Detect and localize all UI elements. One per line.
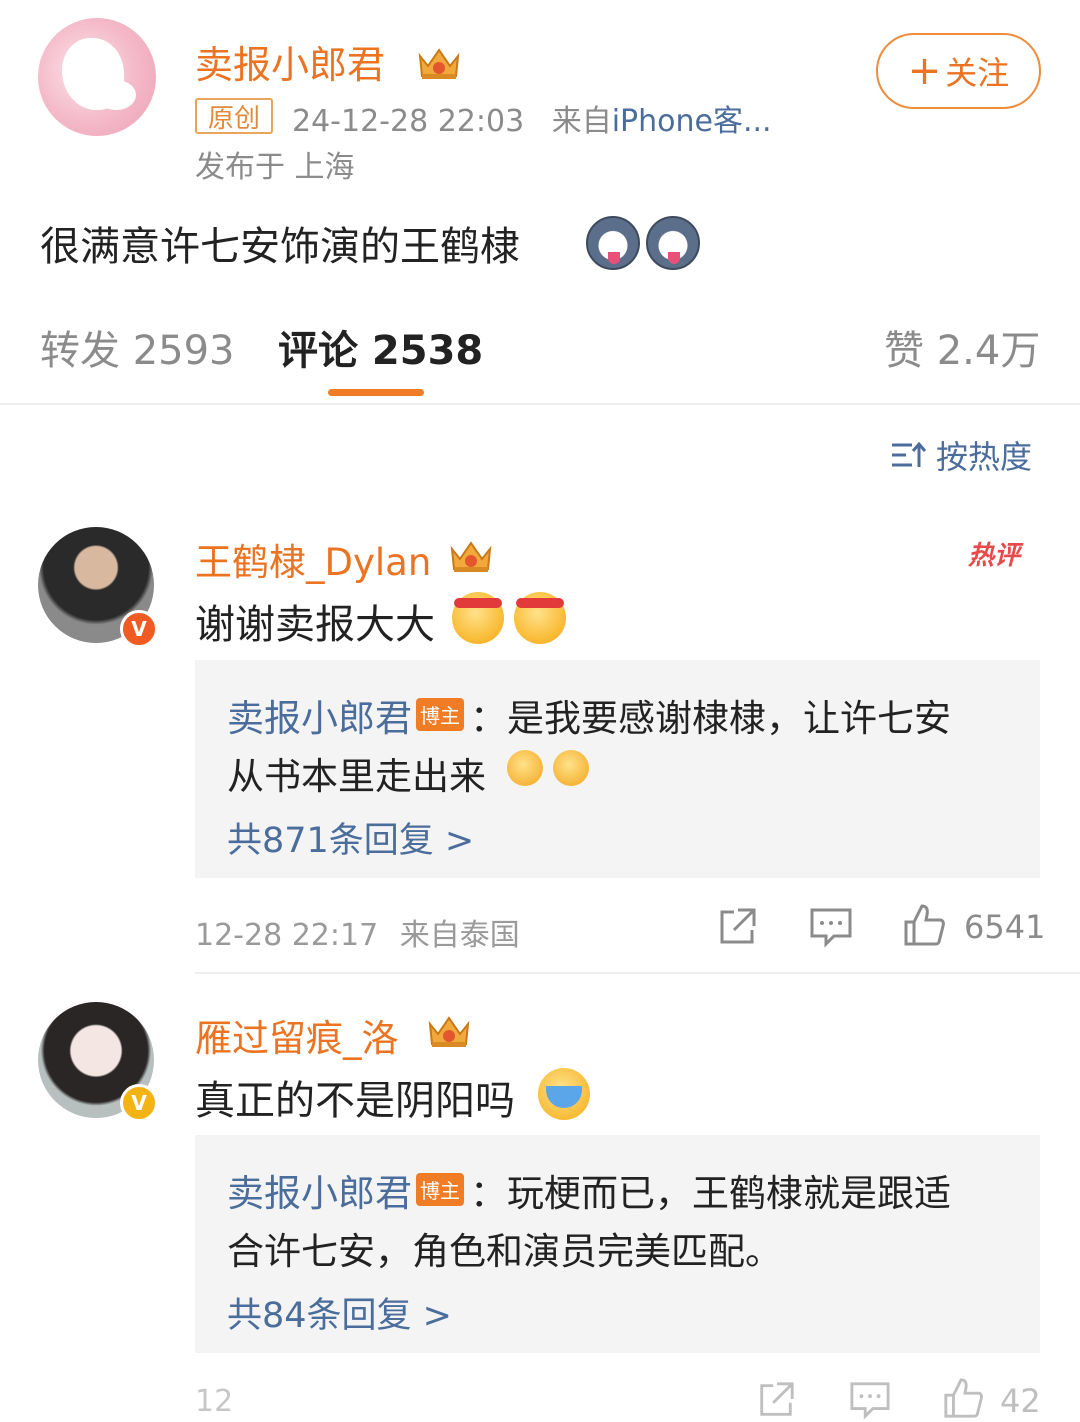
reply-line: 合许七安，角色和演员完美匹配。 (227, 1221, 782, 1275)
comment-text: 谢谢卖报大大 (195, 602, 435, 648)
reply-line: 从书本里走出来 (227, 746, 486, 800)
post-meta: 24-12-28 22:03 来自iPhone客... (292, 96, 772, 140)
fist-emoji-icon (553, 750, 589, 786)
crown-icon (450, 541, 492, 572)
fist-emoji-icon (507, 750, 543, 786)
comment-time: 12 (195, 1384, 234, 1419)
reply-author[interactable]: 卖报小郎君 (227, 697, 412, 740)
tab-reposts[interactable]: 转发 2593 (40, 318, 235, 376)
comment-icon[interactable] (848, 1380, 892, 1420)
sort-icon (892, 441, 926, 467)
post-author-avatar[interactable] (38, 18, 156, 136)
hug-emoji-icon (452, 592, 504, 644)
comment-author-name[interactable]: 雁过留痕_洛 (195, 1008, 399, 1062)
divider (195, 972, 1080, 974)
like-icon[interactable] (902, 902, 946, 948)
comment-meta: 12-28 22:17 来自泰国 (195, 910, 520, 954)
laugh-cry-emoji-icon (538, 1068, 590, 1120)
comment-author-name[interactable]: 王鹤棣_Dylan (195, 532, 431, 586)
reply-box[interactable]: 卖报小郎君 博主 ：玩梗而已，王鹤棣就是跟适 合许七安，角色和演员完美匹配。 共84… (195, 1135, 1040, 1353)
sort-button[interactable]: 按热度 (890, 432, 1032, 478)
crown-icon (428, 1016, 470, 1047)
post-author-name[interactable]: 卖报小郎君 (195, 34, 385, 89)
reply-count-link[interactable]: 共84条回复 > (227, 1287, 452, 1338)
original-badge: 原创 (195, 98, 273, 134)
sort-label: 按热度 (936, 438, 1033, 476)
follow-button[interactable]: + 关注 (876, 33, 1041, 109)
reply-author[interactable]: 卖报小郎君 (227, 1172, 412, 1215)
follow-label: 关注 (945, 54, 1010, 92)
like-icon[interactable] (942, 1376, 984, 1420)
reply-text: 合许七安，角色和演员完美匹配。 (227, 1230, 782, 1273)
reply-line: 卖报小郎君 博主 ：是我要感谢棣棣，让许七安 (227, 688, 951, 742)
post-datetime: 24-12-28 22:03 (292, 104, 525, 139)
blogger-badge: 博主 (416, 698, 464, 731)
blogger-badge: 博主 (416, 1173, 464, 1206)
tab-comments[interactable]: 评论 2538 (278, 318, 483, 376)
reply-box[interactable]: 卖报小郎君 博主 ：是我要感谢棣棣，让许七安 从书本里走出来 共871条回复 > (195, 660, 1040, 878)
hot-comment-tag: 热评 (968, 541, 1021, 571)
comment-time: 12-28 22:17 (195, 918, 379, 953)
plus-icon: + (907, 48, 942, 94)
tab-likes[interactable]: 赞 2.4万 (884, 318, 1040, 376)
reply-text: 从书本里走出来 (227, 755, 486, 798)
husky-emoji-icon (646, 216, 700, 270)
active-tab-indicator (328, 389, 424, 396)
post-location: 发布于 上海 (195, 150, 355, 185)
source-prefix: 来自 (551, 104, 612, 139)
hug-emoji-icon (514, 592, 566, 644)
crown-icon (418, 48, 460, 79)
verified-badge: V (120, 1084, 158, 1122)
share-icon[interactable] (716, 906, 758, 948)
post-text: 很满意许七安饰演的王鹤棣 (40, 224, 520, 270)
verified-badge: V (120, 610, 158, 648)
divider (0, 403, 1080, 405)
comment-text: 真正的不是阴阳吗 (195, 1078, 515, 1124)
reply-count-link[interactable]: 共871条回复 > (227, 812, 474, 863)
like-count: 42 (1000, 1382, 1041, 1420)
comment-icon[interactable] (808, 906, 854, 948)
reply-text: ：玩梗而已，王鹤棣就是跟适 (470, 1172, 951, 1215)
share-icon[interactable] (756, 1380, 796, 1420)
reply-line: 卖报小郎君 博主 ：玩梗而已，王鹤棣就是跟适 (227, 1163, 951, 1217)
post-source[interactable]: iPhone客... (612, 104, 772, 139)
comment-location: 来自泰国 (399, 918, 520, 953)
reply-text: ：是我要感谢棣棣，让许七安 (470, 697, 951, 740)
husky-emoji-icon (586, 216, 640, 270)
like-count: 6541 (964, 908, 1046, 946)
